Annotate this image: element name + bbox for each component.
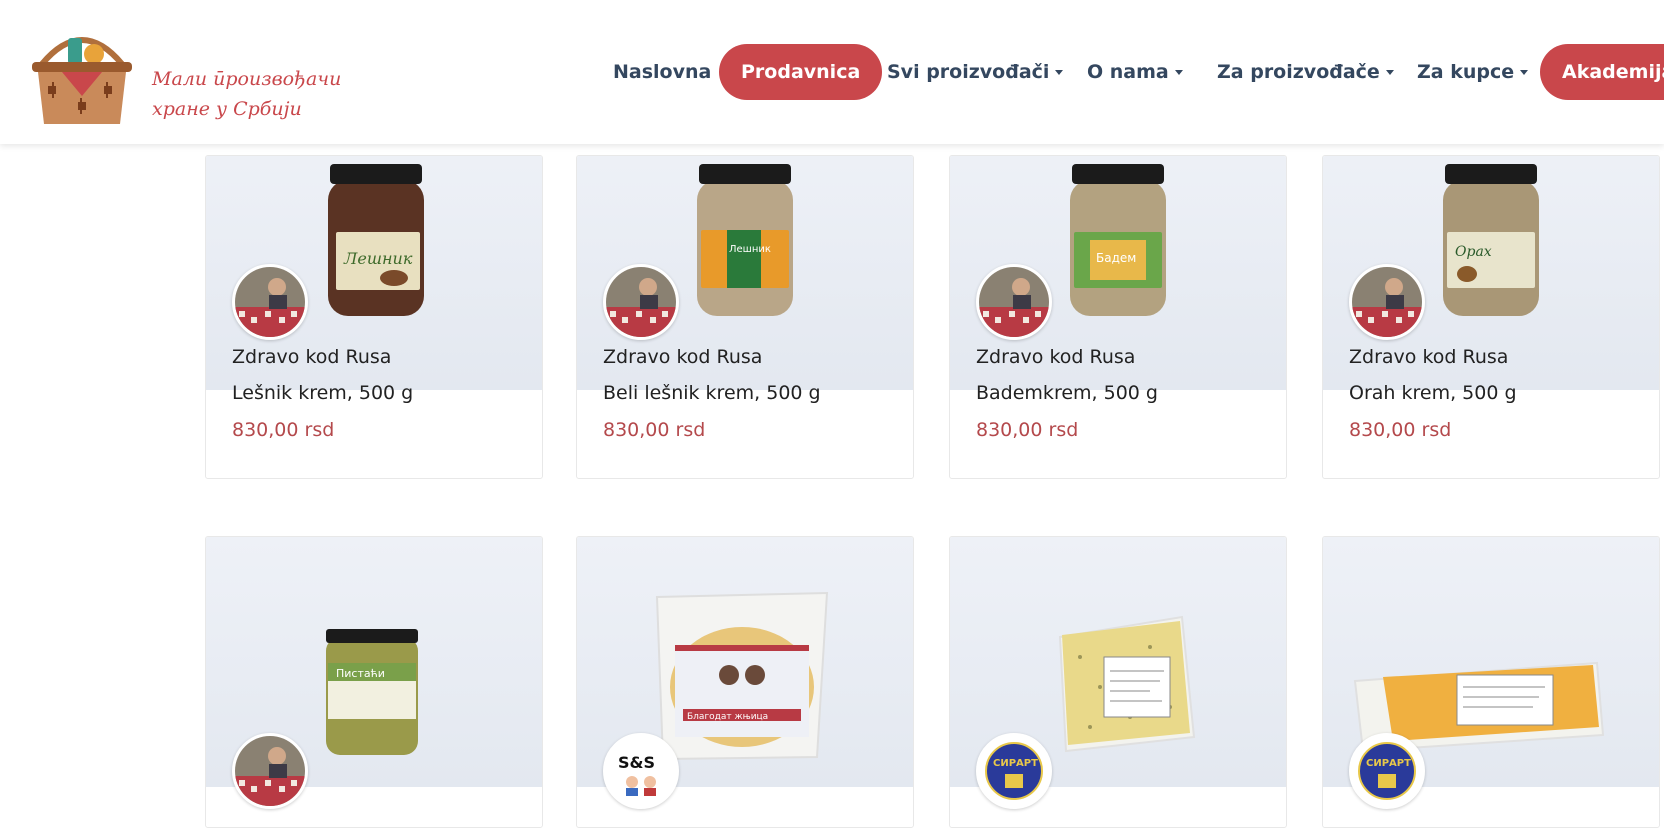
- producer-badge-text: S&S: [618, 753, 655, 772]
- nav-za-kupce[interactable]: Za kupce: [1417, 44, 1529, 100]
- producer-name[interactable]: Zdravo kod Rusa: [1349, 346, 1508, 368]
- producer-avatar[interactable]: СИРАРТ: [976, 733, 1052, 809]
- product-card[interactable]: Пистаћи: [205, 536, 543, 828]
- jar-label: Лешник: [729, 244, 771, 255]
- product-price: 830,00 rsd: [603, 419, 706, 441]
- product-name[interactable]: Beli lešnik krem, 500 g: [603, 382, 821, 404]
- product-name[interactable]: Orah krem, 500 g: [1349, 382, 1517, 404]
- nav-akademija[interactable]: Akademija: [1540, 44, 1664, 100]
- producer-avatar[interactable]: СИРАРТ: [1349, 733, 1425, 809]
- product-price: 830,00 rsd: [976, 419, 1079, 441]
- product-name[interactable]: Bademkrem, 500 g: [976, 382, 1158, 404]
- producer-badge-text: СИРАРТ: [993, 758, 1038, 769]
- product-price: 830,00 rsd: [232, 419, 335, 441]
- producer-avatar[interactable]: [232, 733, 308, 809]
- producer-name[interactable]: Zdravo kod Rusa: [232, 346, 391, 368]
- jar-label: Лешник: [343, 249, 413, 268]
- package-label: Благодат жњица: [687, 712, 768, 722]
- jar-label: Пистаћи: [336, 667, 385, 680]
- producer-name[interactable]: Zdravo kod Rusa: [603, 346, 762, 368]
- chevron-down-icon: [1055, 70, 1064, 75]
- main-nav: Naslovna Prodavnica Svi proizvođači O na…: [0, 44, 1664, 100]
- product-card[interactable]: Лешник Zdravo kod Rusa Beli lešnik krem,…: [576, 155, 914, 479]
- chevron-down-icon: [1174, 70, 1183, 75]
- producer-avatar[interactable]: S&S: [603, 733, 679, 809]
- product-card[interactable]: Лешник Zdravo kod Rusa Lešnik krem, 500 …: [205, 155, 543, 479]
- producer-badge-text: СИРАРТ: [1366, 758, 1411, 769]
- nav-prodavnica[interactable]: Prodavnica: [719, 44, 883, 100]
- product-price: 830,00 rsd: [1349, 419, 1452, 441]
- product-name[interactable]: Lešnik krem, 500 g: [232, 382, 413, 404]
- nav-svi-proizvodjaci[interactable]: Svi proizvođači: [887, 44, 1064, 100]
- product-card[interactable]: Орах Zdravo kod Rusa Orah krem, 500 g 83…: [1322, 155, 1660, 479]
- producer-avatar[interactable]: [603, 264, 679, 340]
- jar-label: Орах: [1455, 244, 1492, 260]
- nav-o-nama[interactable]: O nama: [1087, 44, 1183, 100]
- product-card[interactable]: Благодат жњица S&S: [576, 536, 914, 828]
- producer-avatar[interactable]: [976, 264, 1052, 340]
- producer-avatar[interactable]: [1349, 264, 1425, 340]
- producer-name[interactable]: Zdravo kod Rusa: [976, 346, 1135, 368]
- site-header: Мали ӣроизвођачи хране у Србији Naslovna…: [0, 0, 1664, 144]
- jar-label: Бадем: [1096, 251, 1136, 265]
- product-card[interactable]: СИРАРТ: [1322, 536, 1660, 828]
- nav-naslovna[interactable]: Naslovna: [613, 44, 711, 100]
- nav-za-proizvodjace[interactable]: Za proizvođače: [1217, 44, 1394, 100]
- product-card[interactable]: Бадем Zdravo kod Rusa Bademkrem, 500 g 8…: [949, 155, 1287, 479]
- chevron-down-icon: [1520, 70, 1529, 75]
- product-card[interactable]: СИРАРТ: [949, 536, 1287, 828]
- producer-avatar[interactable]: [232, 264, 308, 340]
- chevron-down-icon: [1385, 70, 1394, 75]
